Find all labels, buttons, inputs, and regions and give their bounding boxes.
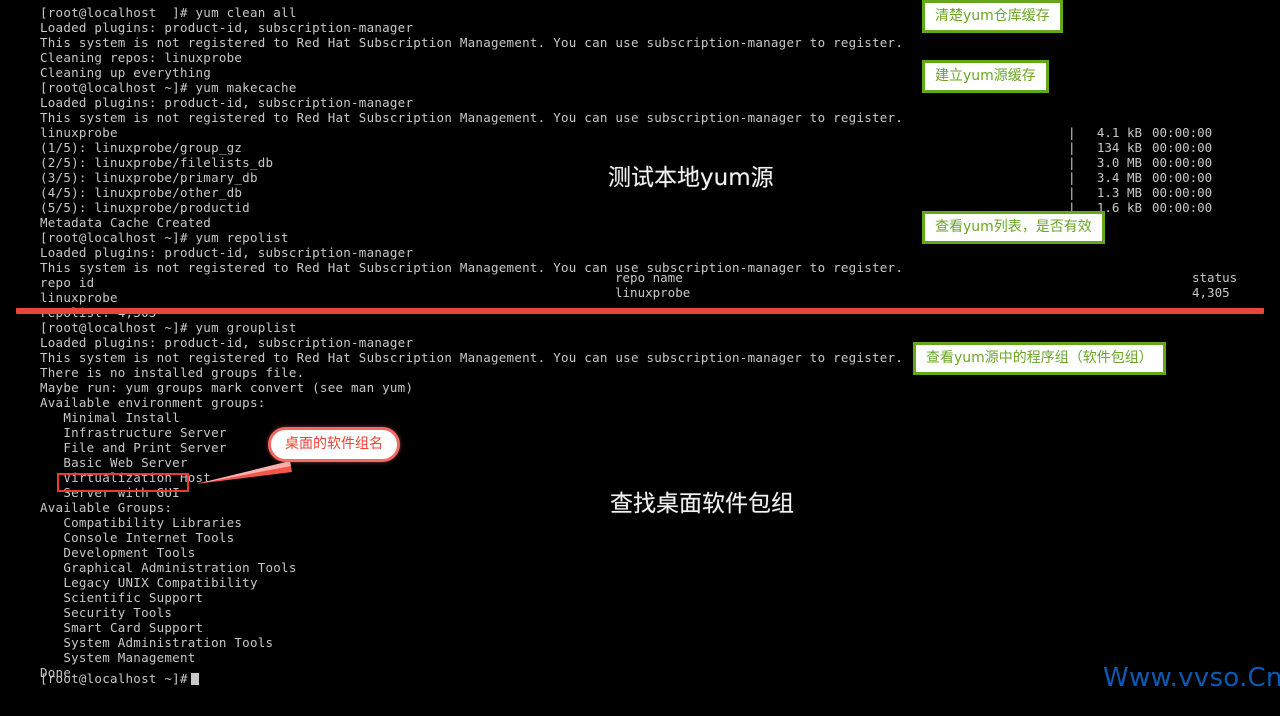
- terminal-line: Maybe run: yum groups mark convert (see …: [40, 380, 414, 395]
- terminal-line: File and Print Server: [40, 440, 227, 455]
- shell-prompt[interactable]: [root@localhost ~]#: [40, 671, 199, 686]
- shell-prompt-text: [root@localhost ~]#: [40, 671, 188, 686]
- repolist-row-status: 4,305: [1192, 285, 1230, 300]
- terminal-line: (4/5): linuxprobe/other_db: [40, 185, 243, 200]
- terminal-line: [root@localhost ]# yum clean all: [40, 5, 297, 20]
- terminal-line: Infrastructure Server: [40, 425, 227, 440]
- download-bar-glyph: |: [1068, 125, 1076, 140]
- terminal-line: [root@localhost ~]# yum makecache: [40, 80, 297, 95]
- terminal-line: Scientific Support: [40, 590, 204, 605]
- terminal-line: Cleaning repos: linuxprobe: [40, 50, 243, 65]
- terminal-line: (3/5): linuxprobe/primary_db: [40, 170, 258, 185]
- download-size: 4.1 kB: [1096, 125, 1142, 140]
- terminal-line: There is no installed groups file.: [40, 365, 305, 380]
- terminal-line: System Administration Tools: [40, 635, 274, 650]
- download-size: 1.3 MB: [1096, 185, 1142, 200]
- terminal-line: Loaded plugins: product-id, subscription…: [40, 95, 414, 110]
- repolist-row-name: linuxprobe: [615, 285, 691, 300]
- server-with-gui-highlight-box: [57, 473, 189, 492]
- terminal-line: Console Internet Tools: [40, 530, 235, 545]
- download-size: 134 kB: [1096, 140, 1142, 155]
- terminal-line: (5/5): linuxprobe/productid: [40, 200, 250, 215]
- green-annotation-box: 查看yum源中的程序组（软件包组）: [913, 342, 1166, 375]
- terminal-line: [root@localhost ~]# yum repolist: [40, 230, 289, 245]
- terminal-line: Basic Web Server: [40, 455, 188, 470]
- green-annotation-box: 查看yum列表，是否有效: [922, 211, 1105, 244]
- terminal-line: linuxprobe: [40, 125, 118, 140]
- terminal-line: Smart Card Support: [40, 620, 204, 635]
- download-bar-glyph: |: [1068, 140, 1076, 155]
- terminal-line: linuxprobe: [40, 290, 118, 305]
- terminal-line: System Management: [40, 650, 196, 665]
- download-time: 00:00:00: [1152, 200, 1213, 215]
- download-bar-glyph: |: [1068, 185, 1076, 200]
- repolist-header-name: repo name: [615, 270, 683, 285]
- terminal-line: (1/5): linuxprobe/group_gz: [40, 140, 243, 155]
- download-time: 00:00:00: [1152, 185, 1213, 200]
- terminal-line: This system is not registered to Red Hat…: [40, 260, 904, 275]
- terminal-line: Available environment groups:: [40, 395, 266, 410]
- terminal-line: Development Tools: [40, 545, 196, 560]
- callout-text: 桌面的软件组名: [285, 436, 383, 452]
- repolist-header-status: status: [1192, 270, 1238, 285]
- download-size: 3.4 MB: [1096, 170, 1142, 185]
- download-time: 00:00:00: [1152, 125, 1213, 140]
- terminal-line: Compatibility Libraries: [40, 515, 243, 530]
- terminal-line: Loaded plugins: product-id, subscription…: [40, 335, 414, 350]
- desktop-group-name-callout: 桌面的软件组名: [268, 427, 400, 462]
- terminal-line: Legacy UNIX Compatibility: [40, 575, 258, 590]
- terminal-line: Cleaning up everything: [40, 65, 212, 80]
- download-time: 00:00:00: [1152, 155, 1213, 170]
- terminal-line: Security Tools: [40, 605, 173, 620]
- terminal-line: This system is not registered to Red Hat…: [40, 110, 904, 125]
- green-annotation-text: 建立yum源缓存: [935, 68, 1036, 84]
- terminal-line: Loaded plugins: product-id, subscription…: [40, 245, 414, 260]
- download-size: 3.0 MB: [1096, 155, 1142, 170]
- green-annotation-box: 建立yum源缓存: [922, 60, 1049, 93]
- terminal-line: This system is not registered to Red Hat…: [40, 35, 904, 50]
- terminal-line: (2/5): linuxprobe/filelists_db: [40, 155, 274, 170]
- terminal-line: [root@localhost ~]# yum grouplist: [40, 320, 297, 335]
- download-bar-glyph: |: [1068, 155, 1076, 170]
- green-annotation-text: 查看yum源中的程序组（软件包组）: [926, 350, 1153, 366]
- green-annotation-text: 查看yum列表，是否有效: [935, 219, 1092, 235]
- white-caption-text: 测试本地yum源: [608, 165, 774, 191]
- red-divider-bar: [16, 308, 1264, 314]
- terminal-line: Available Groups:: [40, 500, 173, 515]
- terminal-line: Graphical Administration Tools: [40, 560, 297, 575]
- download-bar-glyph: |: [1068, 170, 1076, 185]
- terminal-line: This system is not registered to Red Hat…: [40, 350, 904, 365]
- terminal-line: Metadata Cache Created: [40, 215, 212, 230]
- white-caption-text: 查找桌面软件包组: [610, 491, 794, 517]
- terminal-line: Minimal Install: [40, 410, 180, 425]
- download-time: 00:00:00: [1152, 140, 1213, 155]
- green-annotation-text: 清楚yum仓库缓存: [935, 8, 1050, 24]
- terminal-line: repo id: [40, 275, 95, 290]
- terminal-line: Loaded plugins: product-id, subscription…: [40, 20, 414, 35]
- green-annotation-box: 清楚yum仓库缓存: [922, 0, 1063, 33]
- text-cursor: [190, 673, 199, 685]
- download-time: 00:00:00: [1152, 170, 1213, 185]
- site-watermark: Www.vvso.Cn: [1103, 663, 1280, 693]
